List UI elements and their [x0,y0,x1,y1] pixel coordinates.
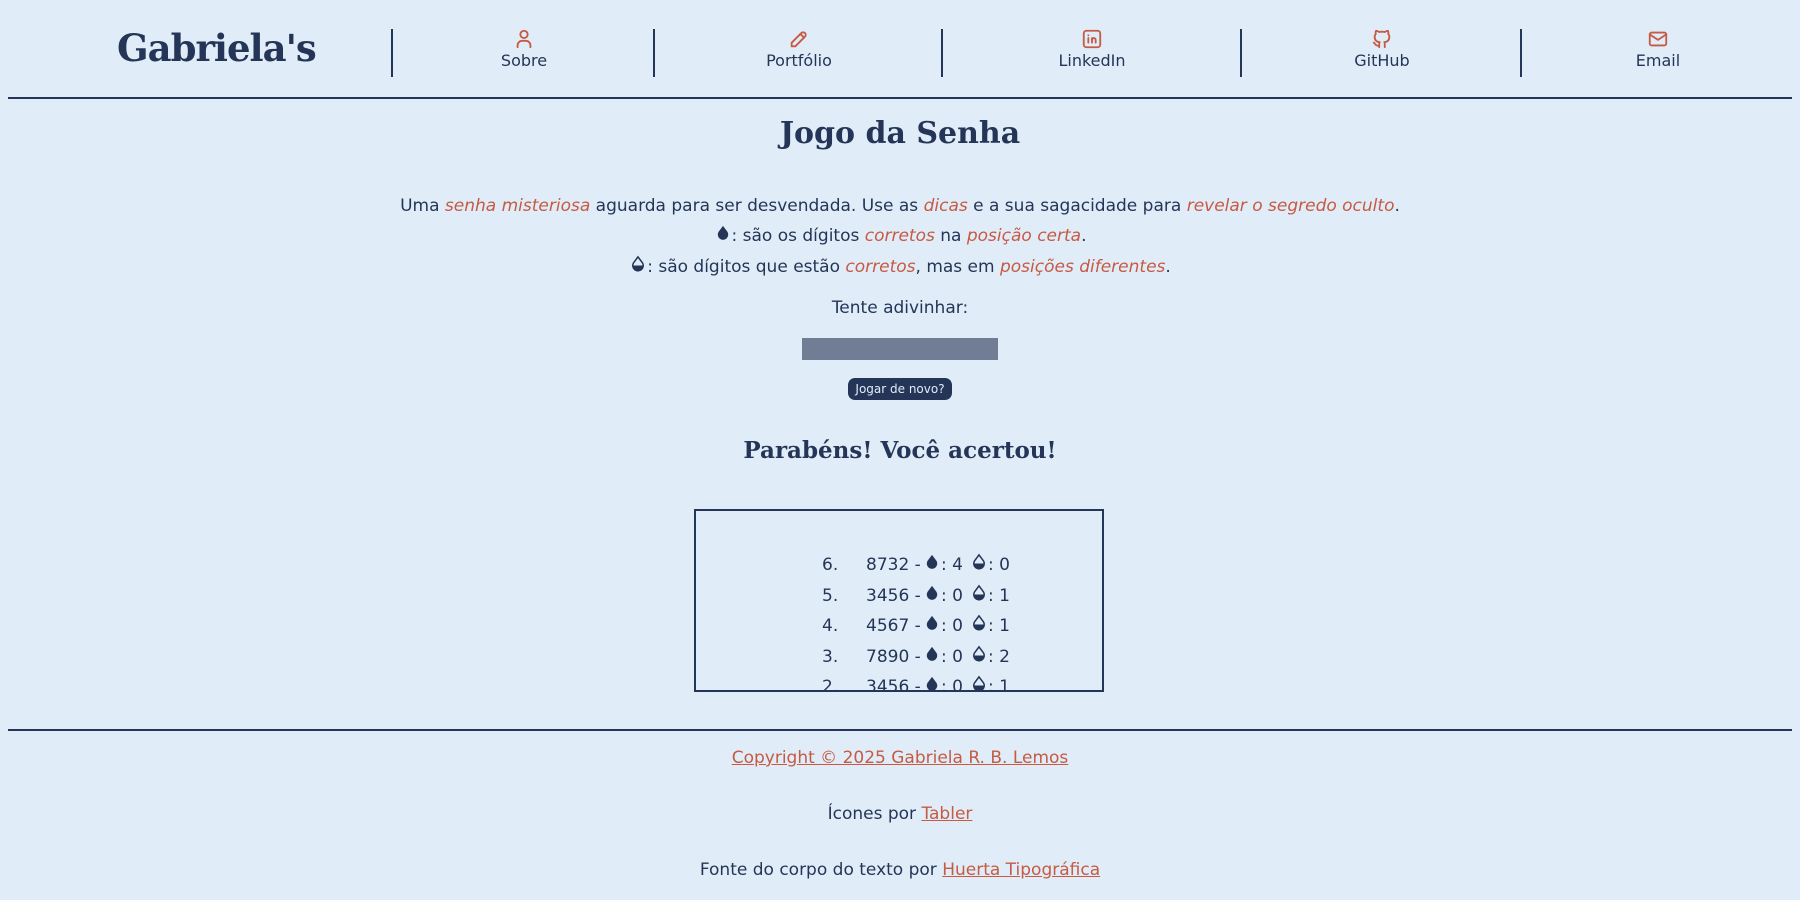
hint-half-line: : são dígitos que estão corretos, mas em… [0,253,1800,277]
nav-divider [1240,29,1242,77]
game-intro: Uma senha misteriosa aguarda para ser de… [0,196,1800,216]
drop-half-icon [970,643,988,670]
hint-text: . [1081,226,1087,246]
hint-text: na [934,226,967,246]
tabler-link[interactable]: Tabler [921,804,972,824]
pencil-icon [790,31,807,48]
site-brand[interactable]: Gabriela's [117,26,317,70]
half-count: : 0 [988,555,1010,575]
hint-text: , mas em [915,257,1000,277]
drop-full-icon [923,673,941,690]
history-row: 2. 3456 - : 0 : 1 [696,675,1102,692]
history-row: 4. 4567 - : 0 : 1 [696,614,1102,644]
drop-full-icon [923,551,941,578]
attempt-number: 5. [822,586,839,606]
icons-credit-text: Ícones por [827,804,922,824]
hint-highlight: posições diferentes [999,257,1166,277]
nav-divider [391,29,393,77]
drop-full-icon [717,225,728,240]
full-count: : 0 [941,586,963,606]
attempt-number: 4. [822,616,839,636]
attempt-code: 7890 - [866,647,921,667]
play-again-button[interactable]: Jogar de novo? [848,378,952,400]
github-icon [1372,29,1391,49]
full-count: : 4 [941,555,963,575]
font-credit-text: Fonte do corpo do texto por [699,860,943,880]
guess-history[interactable]: 6. 8732 - : 4 : 0 5. 3456 - : 0 : 1 4. 4… [694,509,1104,692]
footer-font-credit: Fonte do corpo do texto por Huerta Tipog… [0,860,1800,880]
user-icon [516,29,532,49]
nav-label: Portfólio [766,51,832,70]
full-count: : 0 [941,616,963,636]
history-row: 5. 3456 - : 0 : 1 [696,584,1102,614]
attempt-number: 6. [822,555,839,575]
nav-item-portfolio[interactable]: Portfólio [739,28,859,70]
nav-label: Sobre [500,51,548,70]
hint-highlight: posição certa [966,226,1082,246]
copyright-link[interactable]: Copyright © 2025 Gabriela R. B. Lemos [732,748,1069,768]
nav-label: Email [1635,51,1681,70]
intro-text: aguarda para ser desvendada. Use as [590,196,924,216]
intro-highlight: dicas [923,196,968,216]
result-message: Parabéns! Você acertou! [743,437,1057,464]
hint-text: . [1165,257,1171,277]
intro-text: . [1394,196,1400,216]
footer-copyright: Copyright © 2025 Gabriela R. B. Lemos [0,748,1800,768]
page-title: Jogo da Senha [779,116,1021,151]
attempt-code: 3456 - [866,586,921,606]
intro-text: e a sua sagacidade para [967,196,1187,216]
header-divider [8,97,1792,99]
nav-item-linkedin[interactable]: LinkedIn [1032,28,1152,70]
half-count: : 1 [988,677,1010,692]
footer-icons-credit: Ícones por Tabler [0,804,1800,824]
drop-half-icon [970,673,988,690]
half-count: : 1 [988,586,1010,606]
intro-text: Uma [400,196,445,216]
full-count: : 0 [941,677,963,692]
attempt-number: 2. [822,677,839,692]
intro-highlight: senha misteriosa [444,196,591,216]
hint-full-line: : são os dígitos corretos na posição cer… [0,222,1800,246]
hint-highlight: corretos [845,257,916,277]
full-count: : 0 [941,647,963,667]
nav-item-sobre[interactable]: Sobre [464,28,584,70]
drop-half-icon [970,612,988,639]
half-count: : 2 [988,647,1010,667]
guess-input[interactable] [802,338,998,360]
attempt-code: 8732 - [866,555,921,575]
nav-divider [653,29,655,77]
linkedin-icon [1082,29,1102,49]
nav-divider [941,29,943,77]
hint-highlight: corretos [864,226,935,246]
nav-item-github[interactable]: GitHub [1322,28,1442,70]
hint-text: : são os dígitos [731,226,865,246]
nav-label: GitHub [1354,51,1410,70]
nav-item-email[interactable]: Email [1598,28,1718,70]
footer-divider [8,729,1792,731]
mail-icon [1648,31,1668,47]
site-header: Gabriela's Sobre Portfólio LinkedIn GitH… [0,0,1800,98]
attempt-code: 3456 - [866,677,921,692]
drop-full-icon [923,612,941,639]
attempt-code: 4567 - [866,616,921,636]
guess-prompt: Tente adivinhar: [831,298,969,318]
intro-highlight: revelar o segredo oculto [1186,196,1395,216]
history-row: 6. 8732 - : 4 : 0 [696,553,1102,583]
nav-label: LinkedIn [1058,51,1126,70]
drop-half-icon [632,255,645,272]
half-count: : 1 [988,616,1010,636]
nav-divider [1520,29,1522,77]
drop-half-icon [970,582,988,609]
history-row: 3. 7890 - : 0 : 2 [696,645,1102,675]
drop-full-icon [923,582,941,609]
hint-text: : são dígitos que estão [647,257,846,277]
huerta-link[interactable]: Huerta Tipográfica [942,860,1100,880]
attempt-number: 3. [822,647,839,667]
drop-full-icon [923,643,941,670]
drop-half-icon [970,551,988,578]
